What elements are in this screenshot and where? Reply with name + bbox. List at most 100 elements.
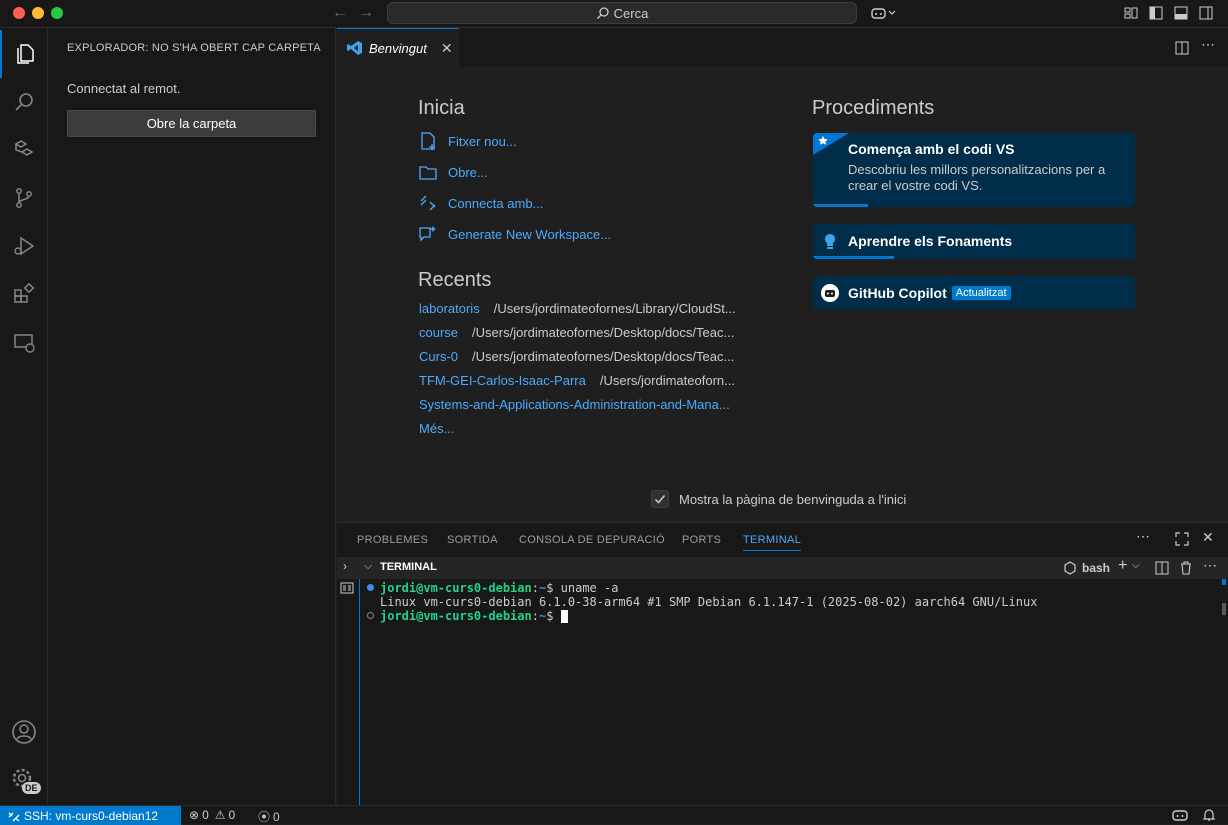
recent-item[interactable]: laboratoris/Users/jordimateofornes/Libra… (419, 301, 736, 316)
split-terminal-icon[interactable] (1155, 561, 1169, 575)
tab-ports[interactable]: PORTS (682, 534, 721, 546)
close-panel-icon[interactable]: ✕ (1202, 529, 1214, 546)
recent-item[interactable]: Curs-0/Users/jordimateofornes/Desktop/do… (419, 349, 734, 364)
folder-open-icon (419, 166, 437, 180)
scrollbar-marker (1222, 579, 1226, 585)
terminal-header: › ⌵ TERMINAL bash + ⌵ ⋯ (337, 557, 1228, 579)
forward-arrow-icon[interactable]: → (358, 4, 374, 22)
explorer-icon[interactable] (0, 30, 48, 78)
recent-item[interactable]: Systems-and-Applications-Administration-… (419, 397, 730, 412)
search-icon (596, 7, 609, 19)
tab-label: Benvingut (369, 40, 427, 56)
terminal-output[interactable]: jordi@vm-curs0-debian:~$ uname -a Linux … (359, 579, 1228, 806)
terminal-scrollbar[interactable] (1222, 603, 1226, 615)
terminal-line: jordi@vm-curs0-debian:~$ uname -a (380, 581, 619, 595)
minimize-window-button[interactable] (32, 7, 44, 19)
command-center-search[interactable]: Cerca (387, 2, 857, 24)
sparkle-chat-icon (419, 226, 436, 242)
close-tab-icon[interactable]: ✕ (441, 40, 453, 57)
new-file-link[interactable]: Fitxer nou... (418, 131, 517, 151)
customize-layout-icon[interactable] (1123, 5, 1139, 21)
warning-icon: ⚠ (214, 808, 226, 822)
tab-debug-console[interactable]: CONSOLA DE DEPURACIÓ (519, 534, 665, 546)
generate-workspace-link[interactable]: Generate New Workspace... (418, 224, 611, 244)
more-recent-link[interactable]: Més... (419, 421, 454, 436)
split-editor-icon[interactable] (1175, 41, 1189, 55)
error-icon: ⊗ (189, 808, 200, 822)
updated-badge: Actualitzat (951, 286, 1011, 300)
walkthrough-card-get-started[interactable]: Comença amb el codi VS Descobriu les mil… (813, 133, 1135, 207)
recent-item[interactable]: TFM-GEI-Carlos-Isaac-Parra/Users/jordima… (419, 373, 735, 388)
close-window-button[interactable] (13, 7, 25, 19)
remote-explorer-tree-icon[interactable] (0, 126, 48, 174)
sidebar-title: EXPLORADOR: NO S'HA OBERT CAP CARPETA (67, 42, 321, 54)
copilot-icon (821, 284, 839, 302)
walkthroughs-heading: Procediments (812, 97, 935, 119)
walkthrough-progress (813, 256, 894, 259)
terminal-header-label: TERMINAL (380, 561, 437, 573)
run-debug-icon[interactable] (0, 222, 48, 270)
star-icon (813, 133, 849, 155)
lightbulb-icon (825, 234, 835, 249)
trash-icon[interactable] (1179, 561, 1193, 575)
manage-gear-icon[interactable]: DE (0, 756, 48, 804)
terminal-list-icon[interactable] (340, 582, 354, 594)
connect-to-link[interactable]: Connecta amb... (418, 193, 543, 213)
tab-welcome[interactable]: Benvingut ✕ (337, 28, 459, 67)
tab-output[interactable]: SORTIDA (447, 534, 498, 546)
notifications-bell-icon[interactable] (1202, 808, 1216, 822)
walkthrough-card-fundamentals[interactable]: Aprendre els Fonaments (813, 224, 1135, 259)
command-decoration-icon (367, 584, 374, 591)
status-bar: SSH: vm-curs0-debian12 ⊗ 0 ⚠ 0 ⦿ 0 (0, 805, 1228, 825)
terminal-line: jordi@vm-curs0-debian:~$ (380, 609, 568, 623)
panel-more-icon[interactable]: ⋯ (1136, 528, 1150, 545)
terminal-dropdown-icon[interactable]: ⌵ (1132, 560, 1140, 571)
extensions-icon[interactable] (0, 270, 48, 318)
sidebar-message: Connectat al remot. (67, 81, 181, 96)
recent-item[interactable]: course/Users/jordimateofornes/Desktop/do… (419, 325, 734, 340)
terminal-more-icon[interactable]: ⋯ (1203, 557, 1217, 574)
open-link[interactable]: Obre... (418, 162, 488, 182)
remote-indicator[interactable]: SSH: vm-curs0-debian12 (0, 806, 181, 825)
show-on-startup-checkbox[interactable]: Mostra la pàgina de benvinguda a l'inici (651, 490, 906, 508)
terminal-shell-name[interactable]: bash (1082, 561, 1110, 575)
tab-problems[interactable]: PROBLEMES (357, 534, 428, 546)
search-label: Cerca (613, 5, 649, 21)
search-icon[interactable] (0, 78, 48, 126)
back-arrow-icon[interactable]: ← (332, 4, 348, 22)
more-actions-icon[interactable]: ⋯ (1201, 36, 1215, 53)
explorer-sidebar: EXPLORADOR: NO S'HA OBERT CAP CARPETA Co… (48, 28, 336, 805)
command-decoration-icon (367, 612, 374, 619)
toggle-sidebar-icon[interactable] (1148, 5, 1164, 21)
title-bar: ← → Cerca (0, 0, 1228, 28)
editor-tabs: Benvingut ✕ ⋯ (337, 28, 1228, 67)
terminal-line: Linux vm-curs0-debian 6.1.0-38-arm64 #1 … (380, 595, 1038, 609)
maximize-panel-icon[interactable] (1175, 532, 1189, 546)
source-control-icon[interactable] (0, 174, 48, 222)
copilot-icon[interactable] (870, 5, 898, 21)
maximize-window-button[interactable] (51, 7, 63, 19)
remote-connect-icon (420, 195, 436, 211)
chevron-right-icon[interactable]: › (343, 559, 347, 573)
checkmark-icon[interactable] (651, 490, 669, 508)
ports-indicator[interactable]: ⦿ 0 (258, 808, 280, 825)
account-badge: DE (22, 782, 41, 794)
new-terminal-icon[interactable]: + (1118, 557, 1127, 575)
toggle-panel-icon[interactable] (1173, 5, 1189, 21)
open-folder-button[interactable]: Obre la carpeta (67, 110, 316, 137)
vscode-logo-icon (347, 41, 362, 55)
chevron-down-icon[interactable]: ⌵ (364, 560, 372, 573)
copilot-status-icon[interactable] (1172, 809, 1188, 822)
remote-icon (8, 812, 20, 822)
start-heading: Inicia (418, 97, 465, 119)
remote-explorer-icon[interactable] (0, 318, 48, 366)
activity-bar: DE (0, 28, 48, 805)
terminal-cursor (560, 610, 568, 623)
toggle-secondary-sidebar-icon[interactable] (1198, 5, 1214, 21)
problems-indicator[interactable]: ⊗ 0 ⚠ 0 (189, 808, 235, 822)
accounts-icon[interactable] (0, 708, 48, 756)
bottom-panel: PROBLEMES SORTIDA CONSOLA DE DEPURACIÓ P… (337, 522, 1228, 806)
broadcast-icon: ⦿ (258, 810, 271, 824)
tab-terminal[interactable]: TERMINAL (743, 534, 802, 551)
walkthrough-card-copilot[interactable]: GitHub Copilot Actualitzat (813, 276, 1135, 309)
